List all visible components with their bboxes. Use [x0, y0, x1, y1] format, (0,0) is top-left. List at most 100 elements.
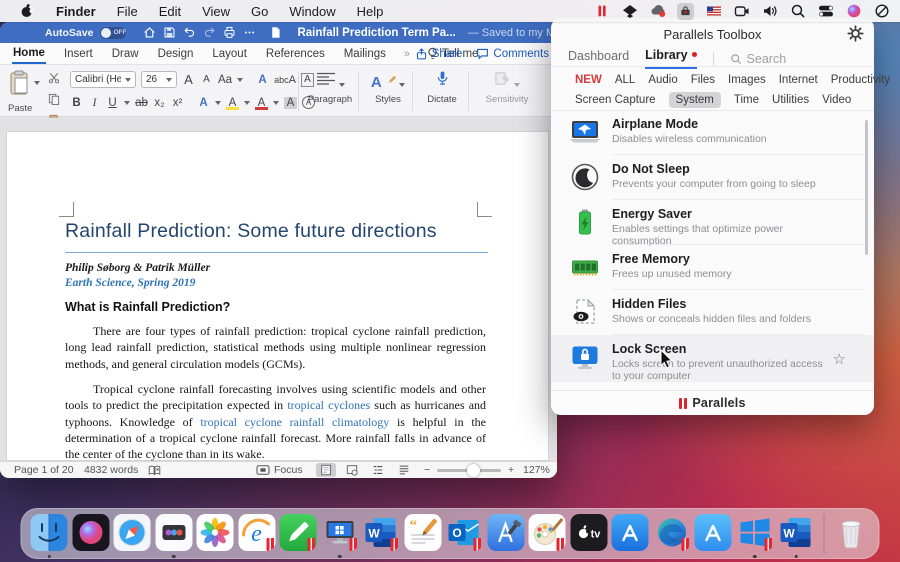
siri-menu-icon[interactable]	[845, 3, 862, 20]
dock-app-store-2-icon[interactable]	[695, 514, 732, 551]
control-center-menu-icon[interactable]	[817, 3, 834, 20]
tab-overflow-chevron[interactable]: »	[404, 48, 410, 60]
tool-do-not-sleep[interactable]: Do Not Sleep Prevents your computer from…	[551, 155, 874, 200]
dock-photos-icon[interactable]	[197, 514, 234, 551]
copy-icon[interactable]	[48, 92, 60, 110]
word-count[interactable]: 4832 words	[84, 462, 138, 478]
tab-home[interactable]: Home	[12, 44, 46, 64]
change-case-button[interactable]: Aa	[218, 74, 232, 86]
search-input[interactable]	[747, 52, 857, 66]
highlight-caret[interactable]	[244, 101, 250, 105]
category-utilities[interactable]: Utilities	[772, 94, 809, 106]
favorite-star-icon[interactable]: ☆	[833, 350, 846, 368]
panel-scrollbar[interactable]	[865, 120, 868, 255]
superscript-button[interactable]: x²	[171, 97, 184, 109]
comments-button[interactable]: Comments	[476, 47, 549, 60]
dock-finder-icon[interactable]	[31, 514, 68, 551]
text-effects-button[interactable]: A	[197, 97, 210, 109]
menu-item-file[interactable]: File	[117, 4, 138, 19]
dock-safari-icon[interactable]	[114, 514, 151, 551]
paste-button[interactable]: Paste	[8, 70, 32, 114]
doc-link[interactable]: tropical cyclone rainfall climatology	[200, 415, 389, 429]
dock-windows-notes-icon[interactable]	[280, 514, 317, 551]
page-count[interactable]: Page 1 of 20	[14, 462, 74, 478]
outline-view-button[interactable]	[368, 463, 388, 477]
dock-word-icon[interactable]: W	[778, 514, 815, 551]
category-new[interactable]: NEW	[575, 74, 602, 86]
undo-icon[interactable]	[183, 25, 196, 40]
cut-icon[interactable]	[48, 71, 60, 89]
tab-insert[interactable]: Insert	[63, 45, 94, 63]
menu-item-app[interactable]: Finder	[56, 4, 96, 19]
zoom-slider-thumb[interactable]	[467, 464, 480, 477]
parallels-toolbox-menu-icon[interactable]	[677, 3, 694, 20]
italic-button[interactable]: I	[88, 97, 101, 109]
print-icon[interactable]	[223, 25, 236, 40]
more-commands-icon[interactable]	[243, 25, 256, 40]
doc-link[interactable]: tropical cyclones	[287, 398, 370, 412]
apple-menu-icon[interactable]	[18, 3, 35, 20]
category-system[interactable]: System	[669, 92, 721, 108]
bold-button[interactable]: B	[70, 97, 83, 109]
do-not-disturb-menu-icon[interactable]	[873, 3, 890, 20]
draft-view-button[interactable]	[394, 463, 414, 477]
category-productivity[interactable]: Productivity	[831, 74, 890, 86]
settings-gear-icon[interactable]	[847, 25, 864, 42]
tab-design[interactable]: Design	[157, 45, 195, 63]
tab-layout[interactable]: Layout	[211, 45, 248, 63]
font-color-button[interactable]: A	[255, 97, 268, 109]
dock-wordpad-icon[interactable]: “	[404, 514, 441, 551]
save-icon[interactable]	[163, 25, 176, 40]
styles-group[interactable]: A Styles	[366, 70, 410, 105]
category-internet[interactable]: Internet	[779, 74, 818, 86]
category-screen-capture[interactable]: Screen Capture	[575, 94, 656, 106]
dock-siri-icon[interactable]	[72, 514, 109, 551]
subscript-button[interactable]: x₂	[153, 97, 166, 109]
dock-outlook-icon[interactable]: O	[446, 514, 483, 551]
dictate-button[interactable]: Dictate	[420, 70, 464, 105]
dock-internet-explorer-icon[interactable]: e	[238, 514, 275, 551]
focus-toggle[interactable]: Focus	[256, 462, 303, 478]
character-shading-button[interactable]: A	[284, 97, 297, 109]
dock-photo-booth-icon[interactable]	[155, 514, 192, 551]
share-button[interactable]: Share	[415, 47, 463, 61]
screen-recording-menu-icon[interactable]	[733, 3, 750, 20]
tab-mailings[interactable]: Mailings	[343, 45, 387, 63]
shrink-font-button[interactable]: A	[200, 74, 213, 85]
paragraph-group[interactable]: Paragraph	[306, 70, 354, 105]
dock-parallels-desktop-icon[interactable]	[321, 514, 358, 551]
font-size-select[interactable]: 26	[141, 71, 177, 88]
dock-apple-tv-icon[interactable]: tv	[570, 514, 607, 551]
font-name-select[interactable]: Calibri (He...	[70, 71, 136, 88]
font-color-caret[interactable]	[273, 101, 279, 105]
menu-item-help[interactable]: Help	[357, 4, 384, 19]
tool-lock-screen[interactable]: Lock Screen Locks screen to prevent unau…	[551, 335, 874, 382]
menu-item-view[interactable]: View	[202, 4, 230, 19]
volume-menu-icon[interactable]	[761, 3, 778, 20]
category-video[interactable]: Video	[822, 94, 851, 106]
spotlight-menu-icon[interactable]	[789, 3, 806, 20]
menu-item-window[interactable]: Window	[289, 4, 335, 19]
toolbox-search[interactable]	[730, 52, 857, 66]
dock-app-store-icon[interactable]	[612, 514, 649, 551]
redo-icon[interactable]	[203, 25, 216, 40]
grow-font-button[interactable]: A	[182, 72, 195, 87]
category-audio[interactable]: Audio	[648, 74, 677, 86]
clear-formatting-button[interactable]: A	[256, 74, 269, 86]
parallels-menu-icon[interactable]	[593, 3, 610, 20]
dock-xcode-icon[interactable]	[487, 514, 524, 551]
cleanmymac-menu-icon[interactable]	[649, 3, 666, 20]
category-images[interactable]: Images	[728, 74, 766, 86]
zoom-slider[interactable]	[437, 462, 501, 478]
dock-trash-icon[interactable]	[833, 514, 870, 551]
dock-edge-icon[interactable]	[653, 514, 690, 551]
underline-caret[interactable]	[124, 101, 130, 105]
tool-free-memory[interactable]: Free Memory Frees up unused memory	[551, 245, 874, 290]
zoom-out-button[interactable]: −	[424, 462, 430, 478]
zoom-in-button[interactable]: +	[508, 462, 514, 478]
dock-windows-icon[interactable]	[736, 514, 773, 551]
tool-airplane-mode[interactable]: Airplane Mode Disables wireless communic…	[551, 110, 874, 155]
dock-paint-icon[interactable]	[529, 514, 566, 551]
input-source-flag-icon[interactable]	[705, 3, 722, 20]
underline-button[interactable]: U	[106, 97, 119, 109]
